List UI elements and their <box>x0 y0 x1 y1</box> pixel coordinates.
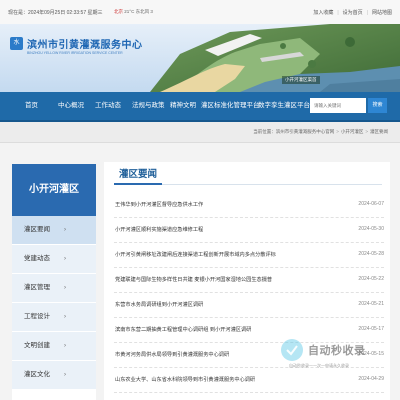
news-list-item[interactable]: 小开河灌区顺利实施渠道应急维修工程 2024-05-30 <box>114 217 384 243</box>
sidebar-item-engineering-design[interactable]: 工程设计 › <box>12 303 96 332</box>
nav-civilization[interactable]: 精神文明 <box>170 92 196 120</box>
breadcrumb-section[interactable]: 小开河灌区 <box>341 129 364 134</box>
search-button[interactable]: 搜索 <box>368 98 387 113</box>
weather-widget: 北京 21°C 东北风 3 <box>114 9 153 15</box>
section-divider-accent <box>114 183 162 185</box>
top-utility-bar: 现在是：2024年09月25日 02:33:57 星期三 北京 21°C 东北风… <box>0 0 400 25</box>
section-title: 灌区要闻 <box>119 169 158 180</box>
sidebar-item-label: 党建动态 <box>24 255 50 262</box>
sidebar-item-civilization[interactable]: 文明创建 › <box>12 332 96 361</box>
sidebar-item-label: 文明创建 <box>24 342 50 349</box>
chevron-right-icon: › <box>64 343 66 349</box>
news-title[interactable]: 党建联建与国际生物多样性日共建 麦银小开河国家湿地公园生态摄普 <box>115 276 272 283</box>
news-title[interactable]: 小开河引黄闸移址改建闸后连接渠道工程创新开展市域内多点分散评标 <box>115 251 276 258</box>
chevron-right-icon: › <box>64 227 66 233</box>
add-favorite-link[interactable]: 加入收藏 <box>313 10 333 16</box>
nav-digital-twin-platform[interactable]: 数字孪生灌区平台 <box>258 92 310 120</box>
news-date: 2024-05-28 <box>358 251 384 257</box>
top-links: 加入收藏 | 设为首页 | 网站地图 <box>313 9 392 16</box>
weather-location: 北京 <box>114 9 123 14</box>
news-date: 2024-05-30 <box>358 226 384 232</box>
news-list-item[interactable]: 王伟华到小开河灌区督导应急供水工作 2024-06-07 <box>114 192 384 218</box>
news-list-item[interactable]: 党建联建与国际生物多样性日共建 麦银小开河国家湿地公园生态摄普 2024-05-… <box>114 267 384 293</box>
current-datetime: 现在是：2024年09月25日 02:33:57 星期三 <box>8 10 103 16</box>
news-date: 2024-05-22 <box>358 276 384 282</box>
breadcrumb-bar: 当前位置：滨州市引黄灌溉服务中心官网 > 小开河灌区 > 灌区要闻 <box>0 122 400 143</box>
sidebar-item-label: 灌区要闻 <box>24 226 50 233</box>
sidebar-item-label: 灌区管理 <box>24 284 50 291</box>
chevron-right-icon: › <box>64 285 66 291</box>
header-banner: 水 滨州市引黄灌溉服务中心 BINZHOU YELLOW RIVER IRRIG… <box>0 24 400 92</box>
sidebar-item-irrigation-news[interactable]: 灌区要闻 › <box>12 216 96 245</box>
chevron-right-icon: › <box>64 314 66 320</box>
news-date: 2024-05-21 <box>358 301 384 307</box>
watermark-subtext: 自动秒收录一一次一申请永久收录 <box>289 363 349 368</box>
link-separator: | <box>337 10 339 16</box>
chevron-right-icon: › <box>64 372 66 378</box>
news-title[interactable]: 山东农业大学、山东省水科院领导到市引黄灌溉服务中心调研 <box>115 376 255 383</box>
sidebar: 小开河灌区 灌区要闻 › 党建动态 › 灌区管理 › 工程设计 › 文明创建 ›… <box>12 164 96 400</box>
watermark-check-icon <box>286 345 298 356</box>
banner-photo-caption: 小开河灌区渠首 <box>282 76 320 84</box>
logo-emblem-icon: 水 <box>10 37 23 50</box>
news-title[interactable]: 滨南市东营二期抽黄工程管理中心调研组 到小开河灌区调研 <box>115 326 251 333</box>
weather-text: 21°C 东北风 3 <box>124 9 153 14</box>
news-list-item[interactable]: 东营市水务局调研组到小开河灌区调研 2024-05-21 <box>114 292 384 318</box>
news-title[interactable]: 王伟华到小开河灌区督导应急供水工作 <box>115 201 203 208</box>
watermark-logo-icon <box>281 339 303 361</box>
main-navigation: 首页 中心概况 工作动态 法规与政策 精神文明 灌区标准化管理平台 数字孪生灌区… <box>0 92 400 122</box>
sitemap-link[interactable]: 网站地图 <box>372 10 392 16</box>
site-name: 滨州市引黄灌溉服务中心 <box>27 40 143 51</box>
news-list-item[interactable]: 山东农业大学、山东省水科院领导到市引黄灌溉服务中心调研 2024-04-29 <box>114 367 384 393</box>
sidebar-item-label: 灌区文化 <box>24 371 50 378</box>
nav-center-overview[interactable]: 中心概况 <box>58 92 84 120</box>
news-title[interactable]: 市黄河河务局供水局领导到引黄灌溉服务中心调研 <box>115 351 229 358</box>
set-homepage-link[interactable]: 设为首页 <box>343 10 363 16</box>
breadcrumb-separator: > <box>365 129 368 134</box>
nav-standardization-platform[interactable]: 灌区标准化管理平台 <box>201 92 260 120</box>
breadcrumb-separator: > <box>336 129 339 134</box>
nav-laws-policies[interactable]: 法规与政策 <box>132 92 165 120</box>
news-date: 2024-06-07 <box>358 201 384 207</box>
news-title[interactable]: 小开河灌区顺利实施渠道应急维修工程 <box>115 226 203 233</box>
sidebar-item-irrigation-management[interactable]: 灌区管理 › <box>12 274 96 303</box>
banner-photo <box>0 24 400 92</box>
sidebar-title: 小开河灌区 <box>12 164 96 216</box>
news-title[interactable]: 东营市水务局调研组到小开河灌区调研 <box>115 301 203 308</box>
site-name-english: BINZHOU YELLOW RIVER IRRIGATION SERVICE … <box>27 51 123 55</box>
breadcrumb: 当前位置：滨州市引黄灌溉服务中心官网 > 小开河灌区 > 灌区要闻 <box>253 129 388 135</box>
news-date: 2024-05-17 <box>358 326 384 332</box>
sidebar-item-label: 工程设计 <box>24 313 50 320</box>
sidebar-item-party-news[interactable]: 党建动态 › <box>12 245 96 274</box>
news-date: 2024-04-29 <box>358 376 384 382</box>
site-logo[interactable]: 水 滨州市引黄灌溉服务中心 <box>10 36 143 51</box>
watermark-text: 自动秒收录 <box>308 345 366 357</box>
watermark: 自动秒收录 <box>281 336 393 364</box>
nav-work-news[interactable]: 工作动态 <box>95 92 121 120</box>
search-input[interactable] <box>310 98 366 113</box>
link-separator: | <box>366 10 368 16</box>
nav-home[interactable]: 首页 <box>25 92 38 120</box>
chevron-right-icon: › <box>64 256 66 262</box>
breadcrumb-home[interactable]: 滨州市引黄灌溉服务中心官网 <box>276 129 335 134</box>
breadcrumb-current[interactable]: 灌区要闻 <box>370 129 388 134</box>
news-list-item[interactable]: 小开河引黄闸移址改建闸后连接渠道工程创新开展市域内多点分散评标 2024-05-… <box>114 242 384 268</box>
breadcrumb-prefix: 当前位置： <box>253 129 276 134</box>
sidebar-item-irrigation-culture[interactable]: 灌区文化 › <box>12 361 96 390</box>
